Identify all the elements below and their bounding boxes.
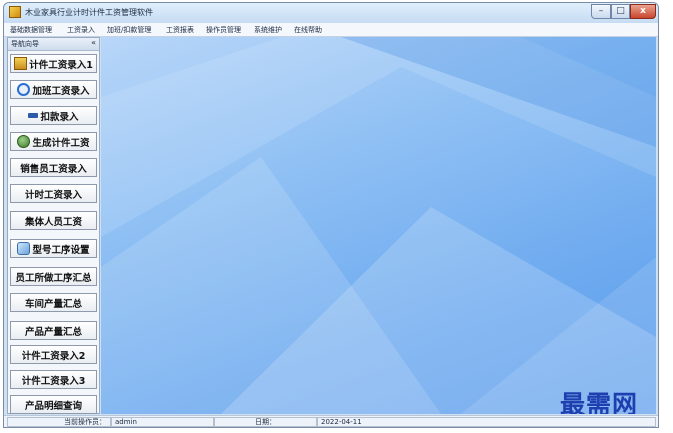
watermark-logo: 最需网 xyxy=(560,390,639,414)
main-workspace: 最需网 xyxy=(101,37,656,414)
nav-button-label: 产品明细查询 xyxy=(24,400,82,412)
nav-button-group-wage[interactable]: 集体人员工资 xyxy=(10,211,97,230)
nav-header: 导航向导 « xyxy=(8,38,99,51)
app-window: 木业家具行业计时计件工资管理软件 – □ x 基础数据管理 工资录入 加班/扣款… xyxy=(3,2,659,428)
nav-button-label: 销售员工资录入 xyxy=(20,163,87,175)
nav-button-hourly-wage-entry[interactable]: 计时工资录入 xyxy=(10,184,97,203)
nav-button-deduction-entry[interactable]: 扣款录入 xyxy=(10,106,97,125)
nav-button-overtime-entry[interactable]: 加班工资录入 xyxy=(10,80,97,99)
nav-button-label: 计件工资录入1 xyxy=(29,59,93,71)
menu-wage-entry[interactable]: 工资录入 xyxy=(67,25,95,35)
background-pattern xyxy=(101,37,656,414)
nav-title: 导航向导 xyxy=(11,40,39,48)
nav-button-label: 型号工序设置 xyxy=(32,244,90,256)
window-title: 木业家具行业计时计件工资管理软件 xyxy=(25,8,153,17)
nav-button-label: 车间产量汇总 xyxy=(24,298,82,310)
nav-button-label: 集体人员工资 xyxy=(24,216,82,228)
menu-system-maintenance[interactable]: 系统维护 xyxy=(254,25,282,35)
nav-button-label: 计件工资录入3 xyxy=(21,375,86,387)
status-date-label: 日期： xyxy=(214,417,317,427)
status-date-value: 2022-04-11 xyxy=(317,417,656,427)
menu-bar: 基础数据管理 工资录入 加班/扣款管理 工资报表 操作员管理 系统维护 在线帮助 xyxy=(4,23,658,37)
nav-button-product-detail-query[interactable]: 产品明细查询 xyxy=(10,395,97,414)
status-operator-label: 当前操作员： xyxy=(7,417,111,427)
clock-icon xyxy=(17,83,31,96)
nav-button-piecework-entry-1[interactable]: 计件工资录入1 xyxy=(10,54,97,73)
money-bag-icon xyxy=(17,135,31,148)
minus-icon xyxy=(28,113,39,118)
nav-button-label: 产品产量汇总 xyxy=(24,326,82,338)
navigation-panel: 导航向导 « 计件工资录入1 加班工资录入 扣款录入 生成计件工资 销售员工资录… xyxy=(7,37,100,414)
collapse-icon[interactable]: « xyxy=(91,38,96,47)
menu-wage-report[interactable]: 工资报表 xyxy=(166,25,194,35)
nav-button-employee-process-summary[interactable]: 员工所做工序汇总 xyxy=(10,267,97,286)
nav-button-product-output-summary[interactable]: 产品产量汇总 xyxy=(10,321,97,340)
nav-button-piecework-entry-3[interactable]: 计件工资录入3 xyxy=(10,370,97,389)
status-operator-value: admin xyxy=(111,417,214,427)
nav-button-label: 计件工资录入2 xyxy=(21,350,86,362)
app-icon xyxy=(9,6,21,18)
nav-button-workshop-output-summary[interactable]: 车间产量汇总 xyxy=(10,293,97,312)
nav-button-sales-wage-entry[interactable]: 销售员工资录入 xyxy=(10,158,97,177)
nav-button-label: 生成计件工资 xyxy=(32,137,90,149)
form-icon xyxy=(14,57,28,70)
close-button[interactable]: x xyxy=(630,4,656,19)
nav-button-piecework-entry-2[interactable]: 计件工资录入2 xyxy=(10,345,97,364)
status-bar: 当前操作员： admin 日期： 2022-04-11 xyxy=(4,415,658,427)
search-icon xyxy=(17,242,31,255)
maximize-button[interactable]: □ xyxy=(611,4,630,19)
nav-button-generate-piecework[interactable]: 生成计件工资 xyxy=(10,132,97,151)
nav-button-label: 计时工资录入 xyxy=(24,189,82,201)
nav-button-label: 扣款录入 xyxy=(40,111,79,123)
minimize-button[interactable]: – xyxy=(591,4,611,19)
nav-button-label: 加班工资录入 xyxy=(32,85,90,97)
menu-online-help[interactable]: 在线帮助 xyxy=(294,25,322,35)
menu-basic-data[interactable]: 基础数据管理 xyxy=(10,25,52,35)
menu-operator-management[interactable]: 操作员管理 xyxy=(206,25,241,35)
menu-overtime-deduction[interactable]: 加班/扣款管理 xyxy=(107,25,151,35)
nav-button-label: 员工所做工序汇总 xyxy=(15,272,92,284)
title-bar[interactable]: 木业家具行业计时计件工资管理软件 – □ x xyxy=(4,3,658,23)
nav-button-model-process-setup[interactable]: 型号工序设置 xyxy=(10,239,97,258)
